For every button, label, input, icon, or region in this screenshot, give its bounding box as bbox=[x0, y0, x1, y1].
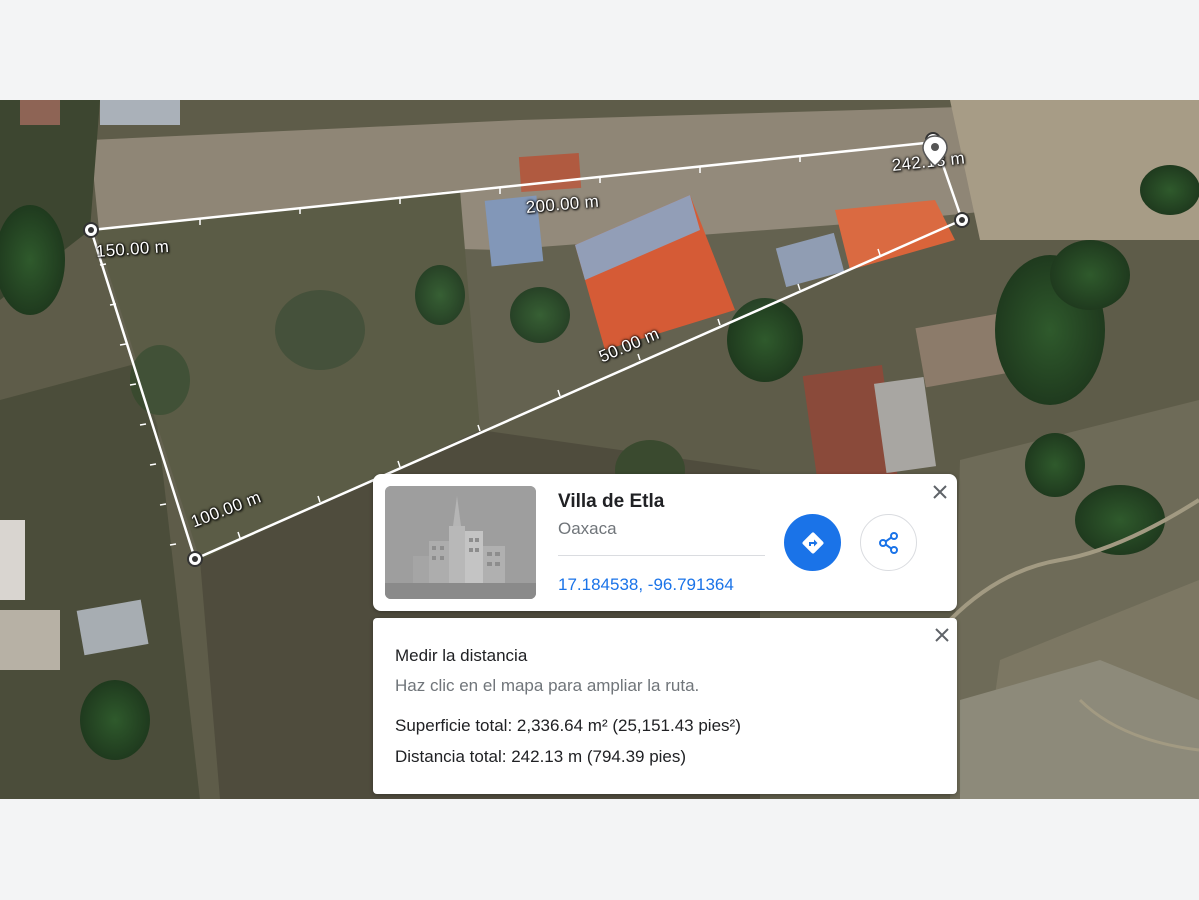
directions-button[interactable] bbox=[784, 514, 841, 571]
location-pin-icon[interactable] bbox=[922, 135, 948, 167]
measure-distance-card: Medir la distancia Haz clic en el mapa p… bbox=[373, 618, 957, 794]
place-name: Villa de Etla bbox=[558, 491, 665, 512]
total-area: Superficie total: 2,336.64 m² (25,151.43… bbox=[395, 716, 741, 735]
place-region: Oaxaca bbox=[558, 519, 617, 538]
share-icon bbox=[878, 531, 898, 554]
close-button[interactable] bbox=[932, 625, 952, 645]
place-card: Villa de Etla Oaxaca 17.184538, -96.7913… bbox=[373, 474, 957, 611]
place-thumbnail[interactable] bbox=[385, 486, 536, 599]
close-button[interactable] bbox=[930, 482, 950, 502]
city-icon bbox=[385, 486, 536, 599]
close-icon bbox=[935, 628, 949, 642]
divider bbox=[558, 555, 765, 556]
close-icon bbox=[933, 485, 947, 499]
share-button[interactable] bbox=[860, 514, 917, 571]
measure-hint: Haz clic en el mapa para ampliar la ruta… bbox=[395, 676, 700, 695]
measure-title: Medir la distancia bbox=[395, 646, 528, 665]
directions-icon bbox=[802, 532, 823, 553]
satellite-map[interactable]: 150.00 m 200.00 m 242.13 m 50.00 m 100.0… bbox=[0, 100, 1199, 799]
total-distance: Distancia total: 242.13 m (794.39 pies) bbox=[395, 747, 687, 766]
coordinates-link[interactable]: 17.184538, -96.791364 bbox=[558, 575, 734, 595]
